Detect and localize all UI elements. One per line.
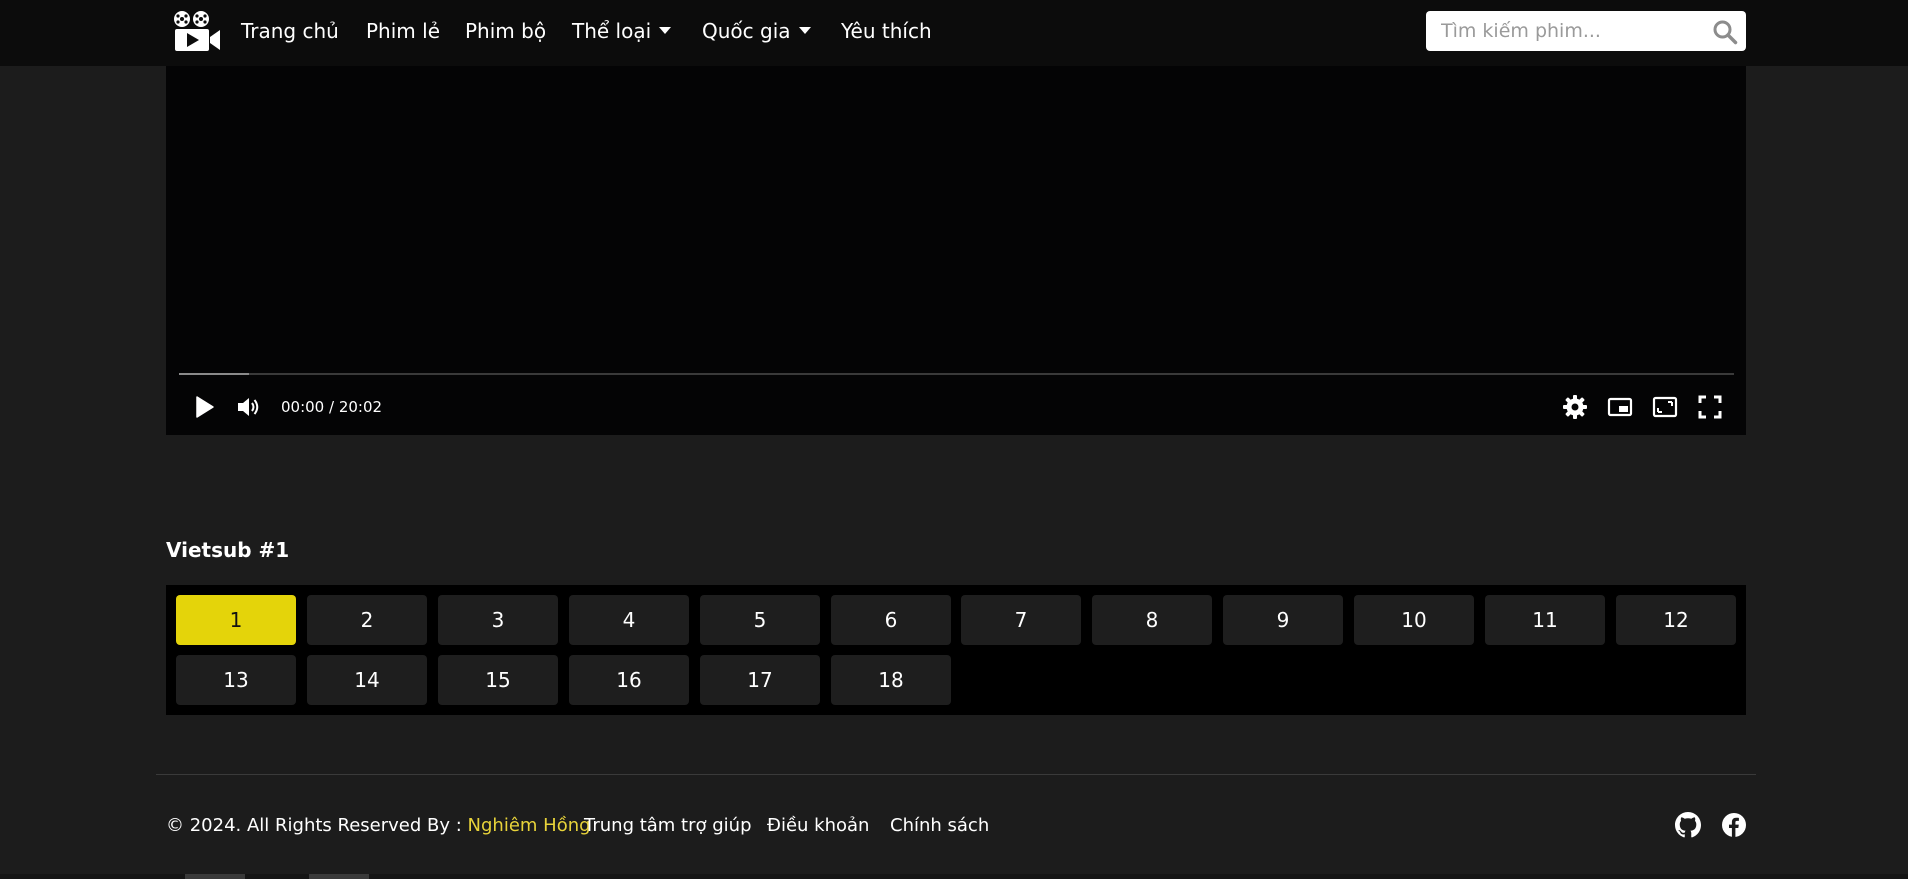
episode-button-15[interactable]: 15: [438, 655, 558, 705]
volume-icon[interactable]: [235, 394, 261, 420]
facebook-icon[interactable]: [1721, 812, 1747, 838]
footer-link-policy[interactable]: Chính sách: [890, 814, 989, 838]
episode-button-5[interactable]: 5: [700, 595, 820, 645]
episode-button-1[interactable]: 1: [176, 595, 296, 645]
episode-list: 1 2 3 4 5 6 7 8 9 10 11 12 13 14 15 16 1…: [166, 585, 1746, 715]
nav-country-dropdown[interactable]: Quốc gia: [702, 18, 811, 44]
strip-segment: [309, 874, 369, 879]
fullscreen-icon[interactable]: [1697, 394, 1723, 420]
nav-movies-label: Phim lẻ: [366, 19, 440, 43]
footer-divider: [156, 774, 1756, 775]
nav-genre-dropdown[interactable]: Thể loại: [572, 18, 672, 44]
nav-favorites-label: Yêu thích: [841, 19, 932, 43]
chevron-down-icon: [659, 27, 672, 34]
navbar: Trang chủ Phim lẻ Phim bộ Thể loại Quốc …: [0, 0, 1908, 66]
episode-button-8[interactable]: 8: [1092, 595, 1212, 645]
nav-series[interactable]: Phim bộ: [465, 18, 546, 44]
episode-button-11[interactable]: 11: [1485, 595, 1605, 645]
play-icon[interactable]: [191, 394, 217, 420]
nav-genre-label: Thể loại: [572, 19, 652, 43]
search-input[interactable]: [1426, 11, 1706, 51]
episode-button-12[interactable]: 12: [1616, 595, 1736, 645]
chevron-down-icon: [798, 27, 811, 34]
strip-segment: [185, 874, 245, 879]
video-player[interactable]: 00:00 / 20:02: [166, 66, 1746, 435]
search-box: [1426, 11, 1746, 51]
nav-home[interactable]: Trang chủ: [241, 18, 339, 44]
copyright: © 2024. All Rights Reserved By : Nghiêm …: [166, 814, 591, 838]
copyright-text: © 2024. All Rights Reserved By :: [166, 815, 468, 836]
miniplayer-icon[interactable]: [1607, 394, 1633, 420]
progress-bar[interactable]: [179, 373, 1734, 375]
buffered-progress: [179, 373, 249, 375]
episode-button-17[interactable]: 17: [700, 655, 820, 705]
episode-button-13[interactable]: 13: [176, 655, 296, 705]
episode-button-3[interactable]: 3: [438, 595, 558, 645]
theater-mode-icon[interactable]: [1652, 394, 1678, 420]
episode-button-14[interactable]: 14: [307, 655, 427, 705]
episode-button-4[interactable]: 4: [569, 595, 689, 645]
episode-button-2[interactable]: 2: [307, 595, 427, 645]
search-icon[interactable]: [1712, 19, 1738, 45]
bottom-strip: [0, 874, 1908, 879]
film-camera-icon[interactable]: [172, 10, 222, 52]
episode-button-7[interactable]: 7: [961, 595, 1081, 645]
episode-button-6[interactable]: 6: [831, 595, 951, 645]
nav-movies[interactable]: Phim lẻ: [366, 18, 440, 44]
nav-country-label: Quốc gia: [702, 19, 791, 43]
server-title: Vietsub #1: [166, 538, 290, 562]
nav-favorites[interactable]: Yêu thích: [841, 18, 932, 44]
nav-series-label: Phim bộ: [465, 19, 547, 43]
episode-button-18[interactable]: 18: [831, 655, 951, 705]
episode-button-9[interactable]: 9: [1223, 595, 1343, 645]
episode-button-10[interactable]: 10: [1354, 595, 1474, 645]
episode-button-16[interactable]: 16: [569, 655, 689, 705]
github-icon[interactable]: [1675, 812, 1701, 838]
time-display: 00:00 / 20:02: [281, 398, 383, 416]
footer-link-terms[interactable]: Điều khoản: [767, 814, 869, 838]
nav-home-label: Trang chủ: [241, 19, 339, 43]
footer-link-help[interactable]: Trung tâm trợ giúp: [584, 814, 752, 838]
settings-icon[interactable]: [1562, 394, 1588, 420]
author-link[interactable]: Nghiêm Hồng: [468, 815, 591, 836]
